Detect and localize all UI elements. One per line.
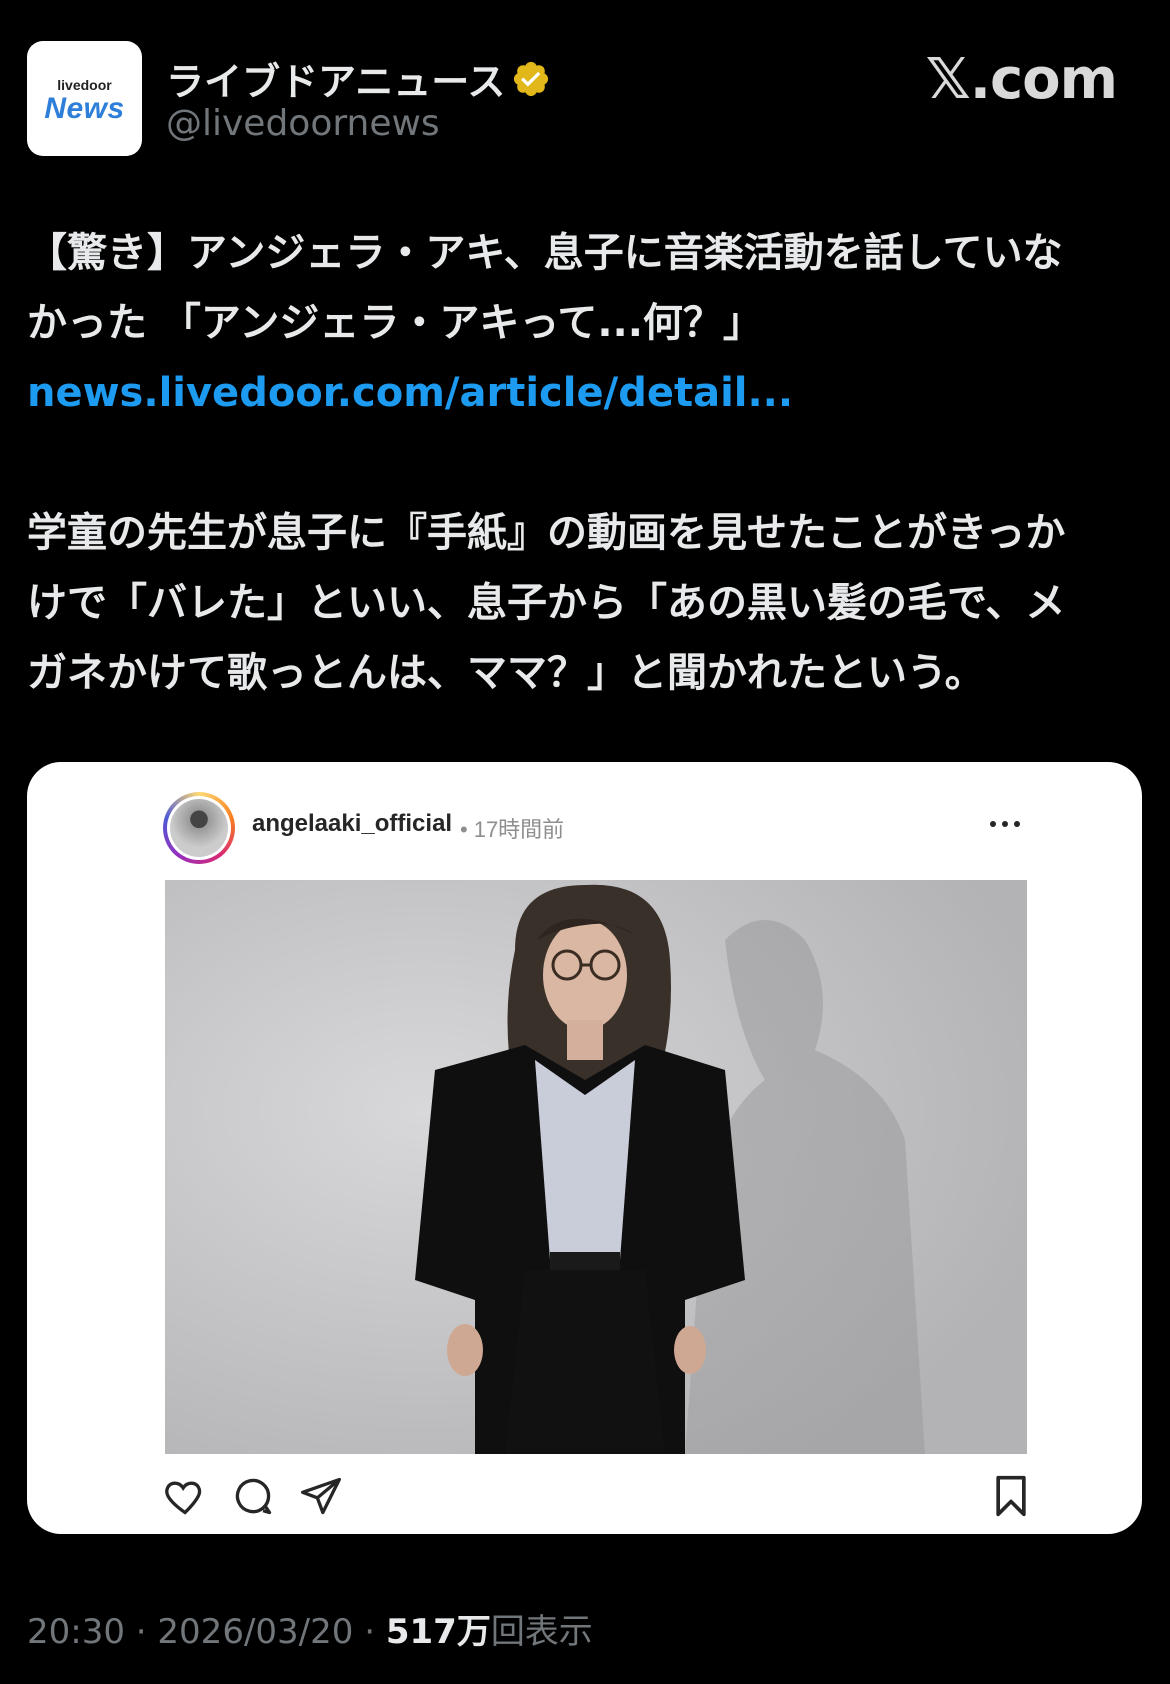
tweet-text: 【驚き】アンジェラ・アキ、息子に音楽活動を話していな かった 「アンジェラ・アキ… [27,218,1147,708]
tweet-text-line: かった 「アンジェラ・アキって...何？」 [27,300,763,346]
tweet-meta: 20:30 · 2026/03/20 · 517万回表示 [27,1604,593,1653]
ig-separator-dot: • [460,817,468,842]
share-icon[interactable] [299,1474,343,1518]
ig-action-bar [163,1474,1033,1520]
more-options-icon[interactable] [987,814,1023,834]
bookmark-icon[interactable] [989,1474,1033,1518]
tweet-text-line: 学童の先生が息子に『手紙』の動画を見せたことがきっか [27,510,1066,556]
ig-username[interactable]: angelaaki_official [252,810,452,838]
tweet-text-line: 【驚き】アンジェラ・アキ、息子に音楽活動を話していな [27,230,1063,276]
heart-icon[interactable] [163,1474,207,1518]
tweet-text-line: けで「バレた」といい、息子から「あの黒い髪の毛で、メ [27,580,1066,626]
view-count: 517 [385,1612,457,1652]
post-photo[interactable] [165,880,1027,1454]
view-count-label: 回表示 [490,1612,593,1652]
account-avatar[interactable]: livedoor News [27,41,142,156]
comment-icon[interactable] [231,1474,275,1518]
ig-avatar-image [170,799,228,857]
verified-badge-icon [514,61,549,96]
avatar-logo-main: News [44,92,125,125]
tweet-text-line: ガネかけて歌っとんは、ママ？」と聞かれたという。 [27,650,985,696]
tweet-time[interactable]: 20:30 [27,1612,125,1652]
meta-separator: · [135,1612,147,1652]
view-count-unit: 万 [456,1612,491,1652]
avatar-logo-top: livedoor [57,77,112,93]
tweet-date[interactable]: 2026/03/20 [157,1612,353,1652]
site-mark: 𝕏.com [925,47,1118,112]
ig-time-text: 17時間前 [473,817,565,842]
handle[interactable]: @livedoornews [166,103,440,144]
photo-illustration [165,880,1027,1454]
meta-separator: · [364,1612,376,1652]
display-name[interactable]: ライブドアニュース [166,51,505,106]
ig-timestamp: • 17時間前 [460,812,564,844]
embedded-media-card[interactable]: angelaaki_official • 17時間前 [27,762,1142,1534]
display-name-row[interactable]: ライブドアニュース [166,51,551,106]
tweet-header: livedoor News ライブドアニュース @livedoornews 𝕏.… [27,41,1143,157]
ig-avatar[interactable] [163,792,235,864]
article-link[interactable]: news.livedoor.com/article/detail... [27,358,1147,428]
